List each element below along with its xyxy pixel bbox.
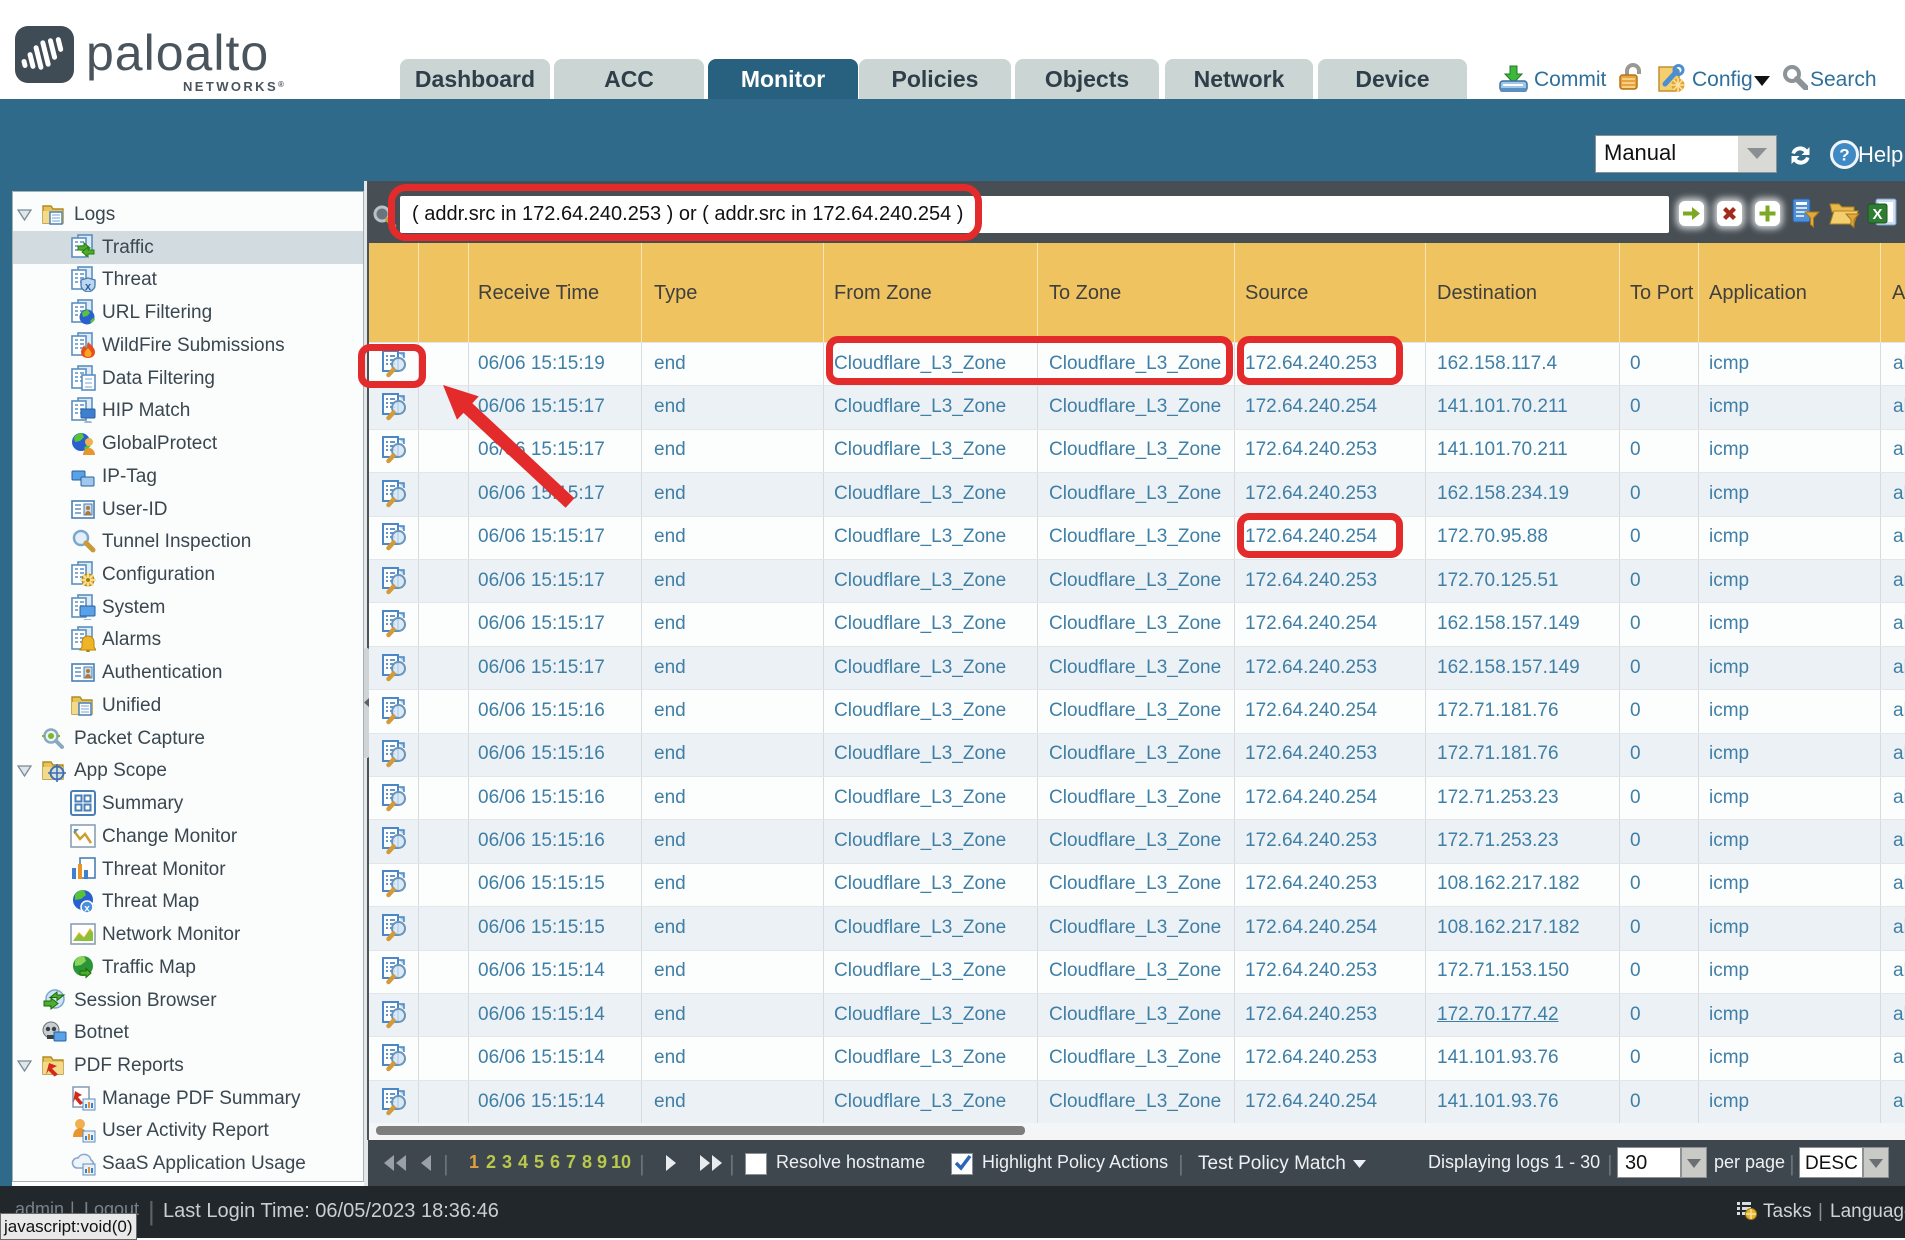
svg-text:x: x — [84, 904, 90, 915]
svg-text:x: x — [85, 281, 92, 292]
svg-text:X: X — [1872, 206, 1882, 223]
svg-text:?: ? — [1839, 146, 1849, 165]
